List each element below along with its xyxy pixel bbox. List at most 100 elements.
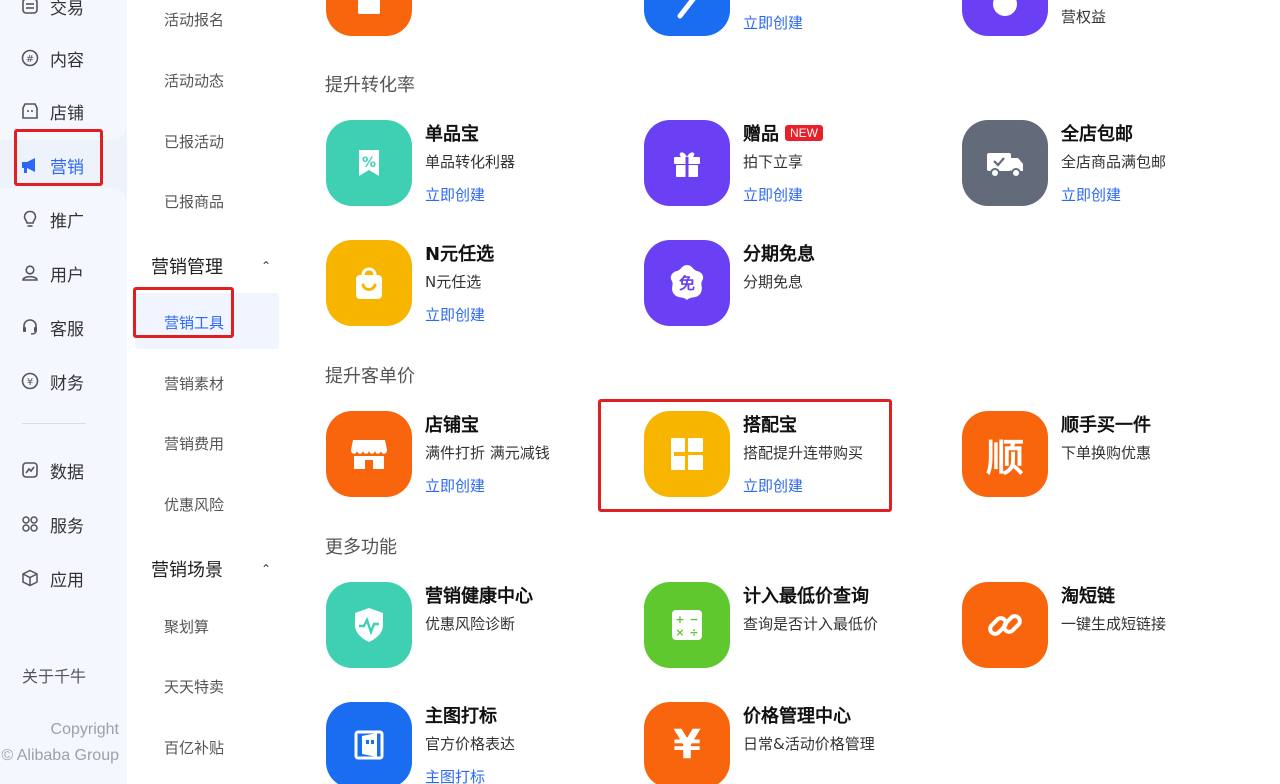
tool-desc: 官方价格表达	[425, 735, 516, 753]
link-icon	[988, 614, 1022, 636]
create-link[interactable]: 立即创建	[425, 475, 485, 496]
tool-marketing-health[interactable]: 营销健康中心 优惠风险诊断	[326, 582, 626, 672]
tool-tile	[326, 702, 412, 784]
tool-name: N元任选	[425, 244, 495, 265]
nav-item-promotion[interactable]: 推广	[0, 199, 127, 239]
nav-item-finance[interactable]: ¥ 财务	[0, 361, 127, 401]
tool-tile: %	[326, 120, 412, 206]
tool-tile: + − × ÷	[644, 582, 730, 668]
nav-label: 用户	[50, 265, 84, 286]
svg-text:#: #	[26, 54, 34, 65]
tool-n-yuan-renxuan[interactable]: N元任选 N元任选 立即创建	[326, 240, 626, 330]
tool-link[interactable]: 主图打标	[425, 766, 485, 784]
tool-desc: 一键生成短链接	[1061, 615, 1167, 633]
subnav-item-joined-activities[interactable]: 已报活动	[164, 131, 224, 152]
subnav-item-billion-subsidy[interactable]: 百亿补贴	[164, 737, 224, 758]
nav-item-data[interactable]: 数据	[0, 450, 127, 490]
main-nav: 交易 # 内容 店铺 营销 推广 用户 客服 ¥ 财务 数据 服务 应用 关于千…	[0, 0, 127, 784]
yen-icon: ¥	[673, 722, 701, 768]
subnav-item-marketing-tools[interactable]: 营销工具	[164, 312, 224, 333]
copyright: Copyright © Alibaba Group	[0, 717, 127, 769]
nav-item-user[interactable]: 用户	[0, 253, 127, 293]
tool-name: 分期免息	[743, 244, 815, 265]
create-link[interactable]: 立即创建	[425, 184, 485, 205]
tool-desc: 满件打折 满元减钱	[425, 444, 550, 462]
tool-tile: 顺	[962, 411, 1048, 497]
section-title-conversion: 提升转化率	[325, 75, 415, 96]
yuan-icon: ¥	[20, 371, 40, 391]
tool-zengpin[interactable]: 赠品 NEW 拍下立享 立即创建	[644, 120, 944, 210]
tool-name: 全店包邮	[1061, 124, 1133, 145]
nav-item-apps[interactable]: 应用	[0, 558, 127, 598]
tool-tile	[326, 582, 412, 668]
tool-desc: 拍下立享	[743, 153, 804, 171]
create-link[interactable]: 立即创建	[1061, 184, 1121, 205]
tool-desc: 优惠风险诊断	[425, 615, 516, 633]
subnav-item-joined-products[interactable]: 已报商品	[164, 191, 224, 212]
subnav-group-marketing-management[interactable]: 营销管理 ⌃	[151, 253, 271, 279]
tool-tile: 免	[644, 240, 730, 326]
nav-label: 推广	[50, 211, 84, 232]
copyright-line2: © Alibaba Group	[1, 747, 119, 764]
tool-dianpubao[interactable]: 店铺宝 满件打折 满元减钱 立即创建	[326, 411, 626, 501]
tool-main-image-tag[interactable]: 主图打标 官方价格表达 主图打标	[326, 702, 626, 784]
nav-label: 数据	[50, 462, 84, 483]
nav-item-store[interactable]: 店铺	[0, 91, 127, 131]
svg-text:免: 免	[679, 274, 695, 293]
partial-create-link[interactable]: 立即创建	[743, 12, 803, 33]
subnav-item-activity-signup[interactable]: 活动报名	[164, 9, 224, 30]
subnav-item-daily-special[interactable]: 天天特卖	[164, 676, 224, 697]
nav-divider	[22, 423, 86, 424]
nav-item-services[interactable]: 服务	[0, 504, 127, 544]
about-qianniu-link[interactable]: 关于千牛	[22, 663, 86, 687]
tool-name: 搭配宝	[743, 415, 797, 436]
image-frame-icon	[354, 730, 384, 760]
subnav-item-activity-news[interactable]: 活动动态	[164, 70, 224, 91]
headset-icon	[20, 317, 40, 337]
tool-desc: 日常&活动价格管理	[743, 735, 875, 753]
nav-item-service[interactable]: 客服	[0, 307, 127, 347]
chevron-up-icon: ⌃	[260, 562, 271, 576]
tool-shunshou-mai[interactable]: 顺 顺手买一件 下单换购优惠	[962, 411, 1262, 501]
main-content: 立即创建 营权益 提升转化率 % 单品宝 单品转化利器 立即创建 赠品 NEW …	[280, 0, 1280, 784]
tool-desc: 查询是否计入最低价	[743, 615, 879, 633]
subnav-group-marketing-scenes[interactable]: 营销场景 ⌃	[151, 556, 271, 582]
subnav-item-discount-risk[interactable]: 优惠风险	[164, 494, 224, 515]
nav-label: 客服	[50, 319, 84, 340]
tool-desc: 搭配提升连带购买	[743, 444, 864, 462]
tool-desc: N元任选	[425, 273, 482, 291]
partial-tool-tile-blue[interactable]	[644, 0, 730, 36]
user-icon	[20, 263, 40, 283]
tool-dapeibao[interactable]: 搭配宝 搭配提升连带购买 立即创建	[644, 411, 944, 501]
nav-item-content[interactable]: # 内容	[0, 38, 127, 78]
tool-danpinbao[interactable]: % 单品宝 单品转化利器 立即创建	[326, 120, 626, 210]
tool-name: 淘短链	[1061, 586, 1115, 607]
subnav-item-juhuasuan[interactable]: 聚划算	[164, 616, 209, 637]
section-title-order-value: 提升客单价	[325, 366, 415, 387]
tool-quandian-baoyou[interactable]: 全店包邮 全店商品满包邮 立即创建	[962, 120, 1262, 210]
tool-desc: 单品转化利器	[425, 153, 516, 171]
tool-tile	[326, 240, 412, 326]
subnav-item-marketing-materials[interactable]: 营销素材	[164, 373, 224, 394]
tool-price-management[interactable]: ¥ 价格管理中心 日常&活动价格管理	[644, 702, 944, 784]
nav-item-trade[interactable]: 交易	[0, 0, 127, 26]
tool-name: 价格管理中心	[743, 706, 851, 727]
tool-name: 计入最低价查询	[743, 586, 869, 607]
section-title-more: 更多功能	[325, 537, 397, 558]
nav-item-marketing[interactable]: 营销	[0, 145, 127, 185]
content-icon: #	[20, 48, 40, 68]
create-link[interactable]: 立即创建	[743, 475, 803, 496]
partial-tool-tile-purple[interactable]	[962, 0, 1048, 36]
tool-desc: 分期免息	[743, 273, 804, 291]
subnav-item-marketing-costs[interactable]: 营销费用	[164, 433, 224, 454]
tool-short-link[interactable]: 淘短链 一键生成短链接	[962, 582, 1262, 672]
tool-tile	[962, 582, 1048, 668]
tool-fenqi-mianxi[interactable]: 免 分期免息 分期免息	[644, 240, 944, 330]
nav-label: 内容	[50, 50, 84, 71]
svg-text:÷: ÷	[689, 626, 698, 639]
nav-label: 财务	[50, 373, 84, 394]
create-link[interactable]: 立即创建	[743, 184, 803, 205]
partial-tool-tile-orange[interactable]	[326, 0, 412, 36]
create-link[interactable]: 立即创建	[425, 304, 485, 325]
tool-lowest-price-query[interactable]: + − × ÷ 计入最低价查询 查询是否计入最低价	[644, 582, 944, 672]
